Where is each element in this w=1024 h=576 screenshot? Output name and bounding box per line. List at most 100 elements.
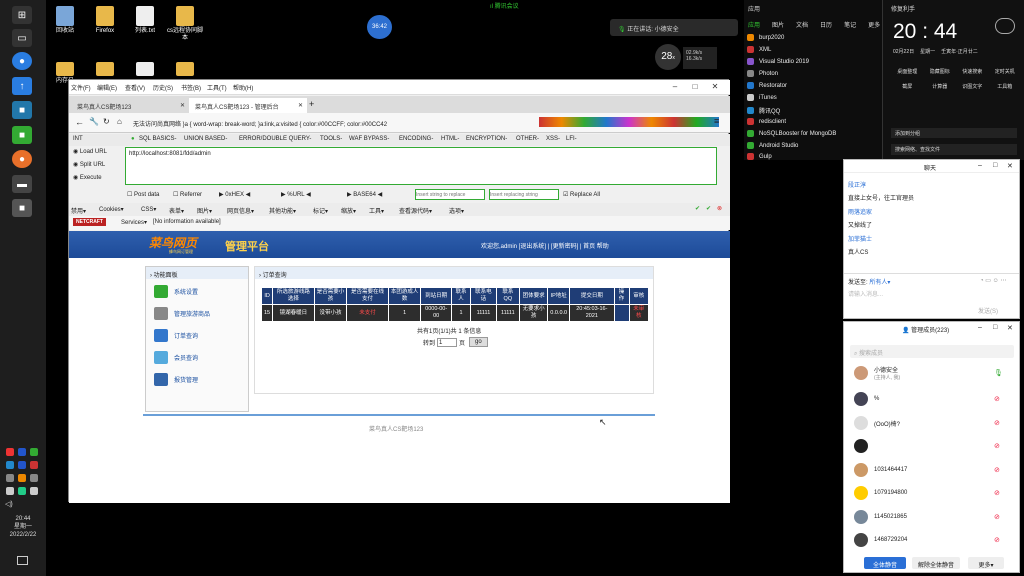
- app-item[interactable]: Android Studio: [747, 142, 798, 149]
- meeting-indicator[interactable]: ıl 腾讯会议: [490, 1, 519, 10]
- tab-notes[interactable]: 笔记: [844, 20, 856, 29]
- toolbar-css[interactable]: CSS▾: [141, 206, 156, 213]
- hamburger-menu-icon[interactable]: ≡: [714, 116, 719, 126]
- insert-replacing-input[interactable]: [489, 189, 559, 200]
- tray-icon[interactable]: [6, 474, 14, 482]
- minimize-icon[interactable]: –: [978, 162, 982, 169]
- tray-icon[interactable]: [18, 461, 26, 469]
- toolbar-disable[interactable]: 禁用▾: [71, 206, 86, 215]
- mic-muted-icon[interactable]: ⊘: [994, 395, 1000, 403]
- tray-icon[interactable]: [30, 461, 38, 469]
- tab-docs[interactable]: 文档: [796, 20, 808, 29]
- tool-shutdown[interactable]: 定时关机: [989, 68, 1022, 75]
- new-tab-button[interactable]: +: [309, 99, 314, 109]
- tool-hide-icons[interactable]: 隐藏图标: [924, 68, 957, 75]
- toolbar-tools[interactable]: 工具▾: [369, 206, 384, 215]
- hackbar-union[interactable]: UNION BASED-: [184, 136, 227, 142]
- notification-icon[interactable]: [17, 556, 28, 565]
- maximize-icon[interactable]: □: [993, 324, 997, 331]
- welcome-bar[interactable]: 欢迎您,admin [退出系统] | [更新密码] | 首页 帮助: [481, 241, 609, 250]
- app-item[interactable]: Photon: [747, 70, 778, 77]
- tool-screenshot[interactable]: 截屏: [891, 83, 924, 90]
- windows-start-icon[interactable]: ⊞: [12, 6, 32, 24]
- more-button[interactable]: 更多▾: [968, 557, 1004, 569]
- side-item-products[interactable]: 管理旅游商品: [154, 304, 210, 322]
- tray-icon[interactable]: [18, 474, 26, 482]
- member-row[interactable]: 小德安全 (主持人, 我) 🎙: [854, 365, 1003, 381]
- member-search-input[interactable]: ⌕ 搜索成员: [850, 345, 1014, 358]
- app-icon-2[interactable]: ■: [12, 101, 32, 119]
- app-item[interactable]: XML: [747, 46, 771, 53]
- hackbar-waf[interactable]: WAF BYPASS-: [349, 136, 389, 142]
- app-item[interactable]: iTunes: [747, 94, 777, 101]
- close-icon[interactable]: ✕: [1007, 324, 1013, 332]
- desktop-icon-folder-2[interactable]: [165, 62, 205, 78]
- urlenc-button[interactable]: ▶ %URL ◀: [281, 191, 311, 198]
- member-row[interactable]: 1079194800 ⊘: [854, 485, 1000, 501]
- mic-muted-icon[interactable]: ⊘: [994, 466, 1000, 474]
- tool-toolbox[interactable]: 工具箱: [989, 83, 1022, 90]
- hackbar-tools[interactable]: TOOLS-: [320, 136, 342, 142]
- member-row[interactable]: (OoO)椅? ⊘: [854, 415, 1000, 431]
- menu-view[interactable]: 查看(V): [125, 83, 145, 92]
- side-item-orders[interactable]: 订单查询: [154, 326, 198, 344]
- chat-input[interactable]: 请输入消息...: [848, 289, 883, 298]
- toolbar-misc[interactable]: 其他功能▾: [269, 206, 296, 215]
- tool-quick-search[interactable]: 快速搜索: [956, 68, 989, 75]
- tab-close-icon[interactable]: ✕: [180, 102, 185, 109]
- chat-tools-icons[interactable]: ◔ ▭ ☺ ⋯: [980, 277, 1006, 284]
- menu-edit[interactable]: 编辑(E): [97, 83, 117, 92]
- split-url-button[interactable]: ◉ Split URL: [73, 161, 105, 168]
- mic-on-icon[interactable]: 🎙: [994, 369, 1003, 377]
- menu-history[interactable]: 历史(S): [153, 83, 173, 92]
- close-icon[interactable]: ✕: [709, 82, 721, 91]
- send-to-select[interactable]: 所有人▾: [869, 280, 890, 286]
- desktop-icon-cs-script[interactable]: cs远程协同脚本: [165, 6, 205, 42]
- hackbar-encryption[interactable]: ENCRYPTION-: [466, 136, 507, 142]
- minimize-icon[interactable]: –: [669, 82, 681, 91]
- reload-icon[interactable]: ↻: [103, 117, 110, 126]
- desktop-icon-firefox[interactable]: Firefox: [85, 6, 125, 35]
- mic-muted-icon[interactable]: ⊘: [994, 442, 1000, 450]
- post-data-checkbox[interactable]: ☐ Post data: [127, 191, 159, 198]
- volume-icon[interactable]: ◁): [5, 500, 13, 508]
- hackbar-sql-basics[interactable]: SQL BASICS-: [139, 136, 176, 142]
- services-menu[interactable]: Services▾: [121, 219, 147, 226]
- menu-bookmarks[interactable]: 书签(B): [181, 83, 201, 92]
- mic-muted-icon[interactable]: ⊘: [994, 513, 1000, 521]
- hackbar-xss[interactable]: XSS-: [546, 136, 560, 142]
- hackbar-select[interactable]: INT: [73, 136, 83, 142]
- tab-site[interactable]: 菜鸟真人CS靶场123 ✕: [71, 98, 189, 113]
- app-item[interactable]: redisclient: [747, 118, 786, 125]
- table-row[interactable]: 15 镜湖春暖日 没带小孩 未支付 1 0000-00-00 1 11111 11111 无要求小…: [260, 304, 650, 322]
- app-item[interactable]: NoSQLBooster for MongoDB: [747, 130, 836, 137]
- floating-timer[interactable]: 36:42: [367, 15, 392, 39]
- execute-button[interactable]: ◉ Execute: [73, 174, 102, 181]
- load-url-button[interactable]: ◉ Load URL: [73, 148, 107, 155]
- mic-muted-icon[interactable]: ⊘: [994, 419, 1000, 427]
- app-icon[interactable]: ↑: [12, 77, 32, 95]
- unmute-all-button[interactable]: 解除全体静音: [912, 557, 960, 569]
- toolbar-outline[interactable]: 标记▾: [313, 206, 328, 215]
- app-icon-4[interactable]: ■: [12, 199, 32, 217]
- toolbar-info[interactable]: 网页信息▾: [227, 206, 254, 215]
- hackbar-error[interactable]: ERROR/DOUBLE QUERY-: [239, 136, 311, 142]
- taskbar-clock[interactable]: 20:44 星期一 2022/2/22: [2, 515, 44, 539]
- home-icon[interactable]: ⌂: [117, 117, 122, 126]
- terminal-icon[interactable]: ▬: [12, 175, 32, 193]
- insert-string-input[interactable]: [415, 189, 485, 200]
- hackbar-url-textarea[interactable]: http://localhost:8081/fdd/admin: [125, 147, 717, 185]
- chrome-icon[interactable]: ●: [12, 52, 32, 70]
- tab-more[interactable]: 更多: [868, 20, 880, 29]
- app-item[interactable]: Restorator: [747, 82, 787, 89]
- desktop-icon-list-txt[interactable]: 列表.txt: [125, 6, 165, 35]
- app-item[interactable]: burp2020: [747, 34, 784, 41]
- tray-icon[interactable]: [6, 448, 14, 456]
- app-item[interactable]: Visual Studio 2019: [747, 58, 809, 65]
- side-item-settings[interactable]: 系统设置: [154, 282, 198, 300]
- netcraft-logo[interactable]: NETCRAFT: [73, 218, 106, 226]
- send-button[interactable]: 发送(S): [978, 306, 998, 315]
- toolbar-cookies[interactable]: Cookies▾: [99, 206, 124, 213]
- firefox-icon[interactable]: ●: [12, 150, 32, 168]
- tab-apps[interactable]: 应用: [748, 20, 760, 29]
